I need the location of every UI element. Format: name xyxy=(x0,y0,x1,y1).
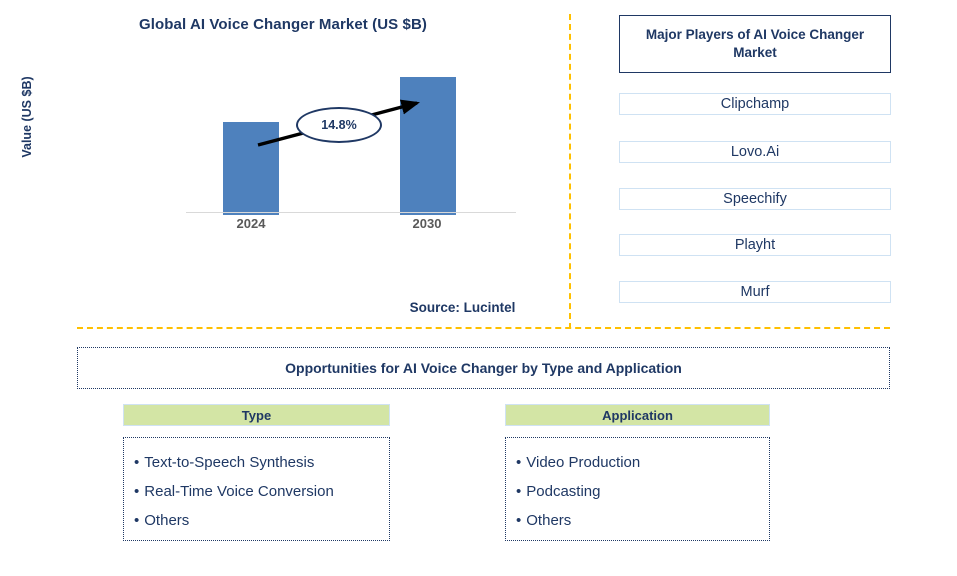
list-item-label: Real-Time Voice Conversion xyxy=(144,483,334,500)
bullet-icon: • xyxy=(516,483,522,500)
source-label: Source: Lucintel xyxy=(409,300,516,315)
list-item: • Video Production xyxy=(516,448,769,477)
list-item-label: Text-to-Speech Synthesis xyxy=(144,454,315,471)
list-item: • Others xyxy=(516,506,769,535)
player-item-clipchamp[interactable]: Clipchamp xyxy=(619,93,891,115)
type-list: • Text-to-Speech Synthesis • Real-Time Voi… xyxy=(123,437,390,541)
cagr-callout-bubble: 14.8% xyxy=(296,107,382,143)
bullet-icon: • xyxy=(134,483,140,500)
x-tick-label-2030: 2030 xyxy=(412,216,442,231)
player-label: Playht xyxy=(734,237,776,253)
player-item-playht[interactable]: Playht xyxy=(619,234,891,256)
chart-title: Global AI Voice Changer Market (US $B) xyxy=(138,16,428,33)
player-label: Clipchamp xyxy=(720,96,790,112)
x-tick-label-2024: 2024 xyxy=(236,216,266,231)
list-item-label: Video Production xyxy=(526,454,641,471)
cagr-value-label: 14.8% xyxy=(321,118,357,132)
player-item-murf[interactable]: Murf xyxy=(619,281,891,303)
list-item: • Others xyxy=(134,506,389,535)
bullet-icon: • xyxy=(134,454,140,471)
opportunities-banner: Opportunities for AI Voice Changer by Ty… xyxy=(77,347,890,389)
player-label: Murf xyxy=(740,284,770,300)
player-label: Lovo.Ai xyxy=(730,144,780,160)
bullet-icon: • xyxy=(516,454,522,471)
list-item: • Podcasting xyxy=(516,477,769,506)
list-item-label: Others xyxy=(144,512,190,529)
vertical-divider xyxy=(569,14,571,329)
bullet-icon: • xyxy=(134,512,140,529)
bullet-icon: • xyxy=(516,512,522,529)
column-header-type: Type xyxy=(123,404,390,426)
chart-y-axis-label: Value (US $B) xyxy=(20,76,34,158)
column-header-application: Application xyxy=(505,404,770,426)
list-item: • Real-Time Voice Conversion xyxy=(134,477,389,506)
horizontal-divider xyxy=(77,327,890,329)
player-item-lovo-ai[interactable]: Lovo.Ai xyxy=(619,141,891,163)
list-item: • Text-to-Speech Synthesis xyxy=(134,448,389,477)
major-players-header: Major Players of AI Voice Changer Market xyxy=(619,15,891,73)
application-list: • Video Production • Podcasting • Others xyxy=(505,437,770,541)
player-item-speechify[interactable]: Speechify xyxy=(619,188,891,210)
chart-axis-line xyxy=(186,212,516,213)
player-label: Speechify xyxy=(723,191,787,207)
list-item-label: Podcasting xyxy=(526,483,601,500)
list-item-label: Others xyxy=(526,512,572,529)
